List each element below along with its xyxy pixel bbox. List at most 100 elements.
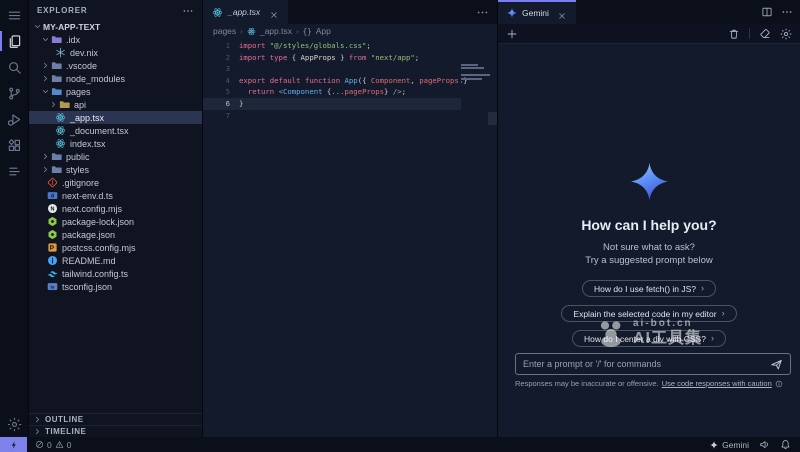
section-timeline[interactable]: TIMELINE xyxy=(29,425,202,437)
code-line-2[interactable]: 2import type { AppProps } from "next/app… xyxy=(203,52,461,64)
code-line-3[interactable]: 3 xyxy=(203,63,461,75)
disclaimer-link[interactable]: Use code responses with caution xyxy=(662,379,772,388)
explorer-more-icon[interactable] xyxy=(182,4,194,16)
minimap[interactable] xyxy=(461,64,493,88)
breadcrumb-pages[interactable]: pages xyxy=(213,26,236,36)
prompt-input[interactable] xyxy=(523,359,770,369)
split-editor-icon[interactable] xyxy=(761,6,773,18)
tree-item-tailwind-config-ts[interactable]: tailwind.config.ts xyxy=(29,267,202,280)
tree-item-package-json[interactable]: package.json xyxy=(29,228,202,241)
tree-item-postcss-config-mjs[interactable]: postcss.config.mjs xyxy=(29,241,202,254)
activity-source-control[interactable] xyxy=(0,80,28,106)
code-line-1[interactable]: 1import "@/styles/globals.css"; xyxy=(203,40,461,52)
editor-tab-bar: _app.tsx xyxy=(203,0,497,24)
warning-count: 0 xyxy=(67,440,72,450)
tree-item--document-tsx[interactable]: _document.tsx xyxy=(29,124,202,137)
editor-scrollbar[interactable] xyxy=(488,112,497,125)
folder-icon xyxy=(51,60,62,71)
activity-idx-tools[interactable] xyxy=(0,158,28,184)
activity-explorer[interactable] xyxy=(0,28,28,54)
tree-item-my-app-text[interactable]: MY-APP-TEXT xyxy=(29,20,202,33)
suggested-prompt-2[interactable]: Explain the selected code in my editor› xyxy=(561,305,736,322)
badge-dts-icon: d xyxy=(47,190,58,201)
folder-icon xyxy=(51,86,62,97)
tree-item--idx[interactable]: .idx xyxy=(29,33,202,46)
suggested-prompt-1[interactable]: How do I use fetch() in JS?› xyxy=(582,280,716,297)
editor-actions-icon[interactable] xyxy=(476,0,489,24)
tab-gemini[interactable]: Gemini xyxy=(498,0,576,24)
code-line-4[interactable]: 4export default function App({ Component… xyxy=(203,75,461,87)
tree-item-label: dev.nix xyxy=(70,48,98,58)
feedback-icon[interactable] xyxy=(759,439,770,450)
folder-icon xyxy=(51,151,62,162)
gemini-settings-icon[interactable] xyxy=(780,28,792,40)
close-tab-icon[interactable] xyxy=(557,8,567,18)
prompt-input-box[interactable] xyxy=(515,353,791,375)
nix-icon xyxy=(55,47,66,58)
tree-item-label: MY-APP-TEXT xyxy=(43,22,100,32)
explorer-title: EXPLORER xyxy=(37,6,87,15)
activity-extensions[interactable] xyxy=(0,132,28,158)
activity-search[interactable] xyxy=(0,54,28,80)
warning-icon xyxy=(55,440,64,449)
react-icon xyxy=(55,138,66,149)
badge-ts-icon: ts xyxy=(47,281,58,292)
tree-item--app-tsx[interactable]: _app.tsx xyxy=(29,111,202,124)
tree-item-dev-nix[interactable]: dev.nix xyxy=(29,46,202,59)
section-outline[interactable]: OUTLINE xyxy=(29,413,202,425)
code-line-7[interactable]: 7 xyxy=(203,110,461,122)
explorer-header: EXPLORER xyxy=(29,0,202,20)
tree-item-node-modules[interactable]: node_modules xyxy=(29,72,202,85)
gemini-panel: Gemini How can I help yo xyxy=(498,0,800,437)
tree-item-next-config-mjs[interactable]: Nnext.config.mjs xyxy=(29,202,202,215)
minimap-line xyxy=(461,64,478,66)
tree-item-label: README.md xyxy=(62,256,116,266)
suggested-prompt-3[interactable]: How do I center a div with CSS?› xyxy=(572,330,726,347)
tab-app-tsx[interactable]: _app.tsx xyxy=(203,0,289,24)
tree-item-label: pages xyxy=(66,87,91,97)
chevron-right-icon: › xyxy=(722,309,725,318)
problems-status[interactable]: 0 0 xyxy=(35,440,71,450)
tree-item-label: postcss.config.mjs xyxy=(62,243,136,253)
tree-item-tsconfig-json[interactable]: tstsconfig.json xyxy=(29,280,202,293)
tree-item-styles[interactable]: styles xyxy=(29,163,202,176)
line-number: 3 xyxy=(203,63,239,75)
extensions-icon xyxy=(7,138,22,153)
activity-settings[interactable] xyxy=(0,411,28,437)
activity-run-debug[interactable] xyxy=(0,106,28,132)
activity-menu[interactable] xyxy=(0,2,28,28)
notifications-bell-icon[interactable] xyxy=(780,439,791,450)
tree-item-package-lock-json[interactable]: package-lock.json xyxy=(29,215,202,228)
tree-item-api[interactable]: api xyxy=(29,98,202,111)
send-icon[interactable] xyxy=(770,358,783,371)
gemini-status-label: Gemini xyxy=(722,440,749,450)
tree-item-label: tailwind.config.ts xyxy=(62,269,128,279)
suggested-prompts: How do I use fetch() in JS?›Explain the … xyxy=(561,280,736,347)
gemini-status[interactable]: Gemini xyxy=(710,440,749,450)
toolbar-divider xyxy=(749,28,750,39)
suggested-prompt-label: How do I use fetch() in JS? xyxy=(594,284,696,294)
tree-item-readme-md[interactable]: README.md xyxy=(29,254,202,267)
breadcrumb-file[interactable]: _app.tsx xyxy=(260,26,292,36)
close-tab-icon[interactable] xyxy=(269,7,279,17)
tree-item--vscode[interactable]: .vscode xyxy=(29,59,202,72)
breadcrumb-symbol-app[interactable]: App xyxy=(316,26,331,36)
gitfile-icon xyxy=(47,177,58,188)
delete-chat-icon[interactable] xyxy=(728,28,740,40)
tree-item-next-env-d-ts[interactable]: dnext-env.d.ts xyxy=(29,189,202,202)
tree-item-public[interactable]: public xyxy=(29,150,202,163)
code-area[interactable]: 1import "@/styles/globals.css";2import t… xyxy=(203,38,497,437)
new-chat-icon[interactable] xyxy=(506,28,518,40)
clear-chat-icon[interactable] xyxy=(759,28,771,40)
tree-item-pages[interactable]: pages xyxy=(29,85,202,98)
line-number: 7 xyxy=(203,110,239,122)
tree-item-index-tsx[interactable]: index.tsx xyxy=(29,137,202,150)
more-actions-icon[interactable] xyxy=(781,6,793,18)
postcss-icon xyxy=(47,242,58,253)
code-line-5[interactable]: 5 return <Component {...pageProps} />; xyxy=(203,86,461,98)
tree-item-label: _app.tsx xyxy=(70,113,104,123)
remote-indicator[interactable] xyxy=(0,437,27,452)
tree-item--gitignore[interactable]: .gitignore xyxy=(29,176,202,189)
code-line-6[interactable]: 6} xyxy=(203,98,461,110)
chevron-right-icon xyxy=(41,61,50,70)
